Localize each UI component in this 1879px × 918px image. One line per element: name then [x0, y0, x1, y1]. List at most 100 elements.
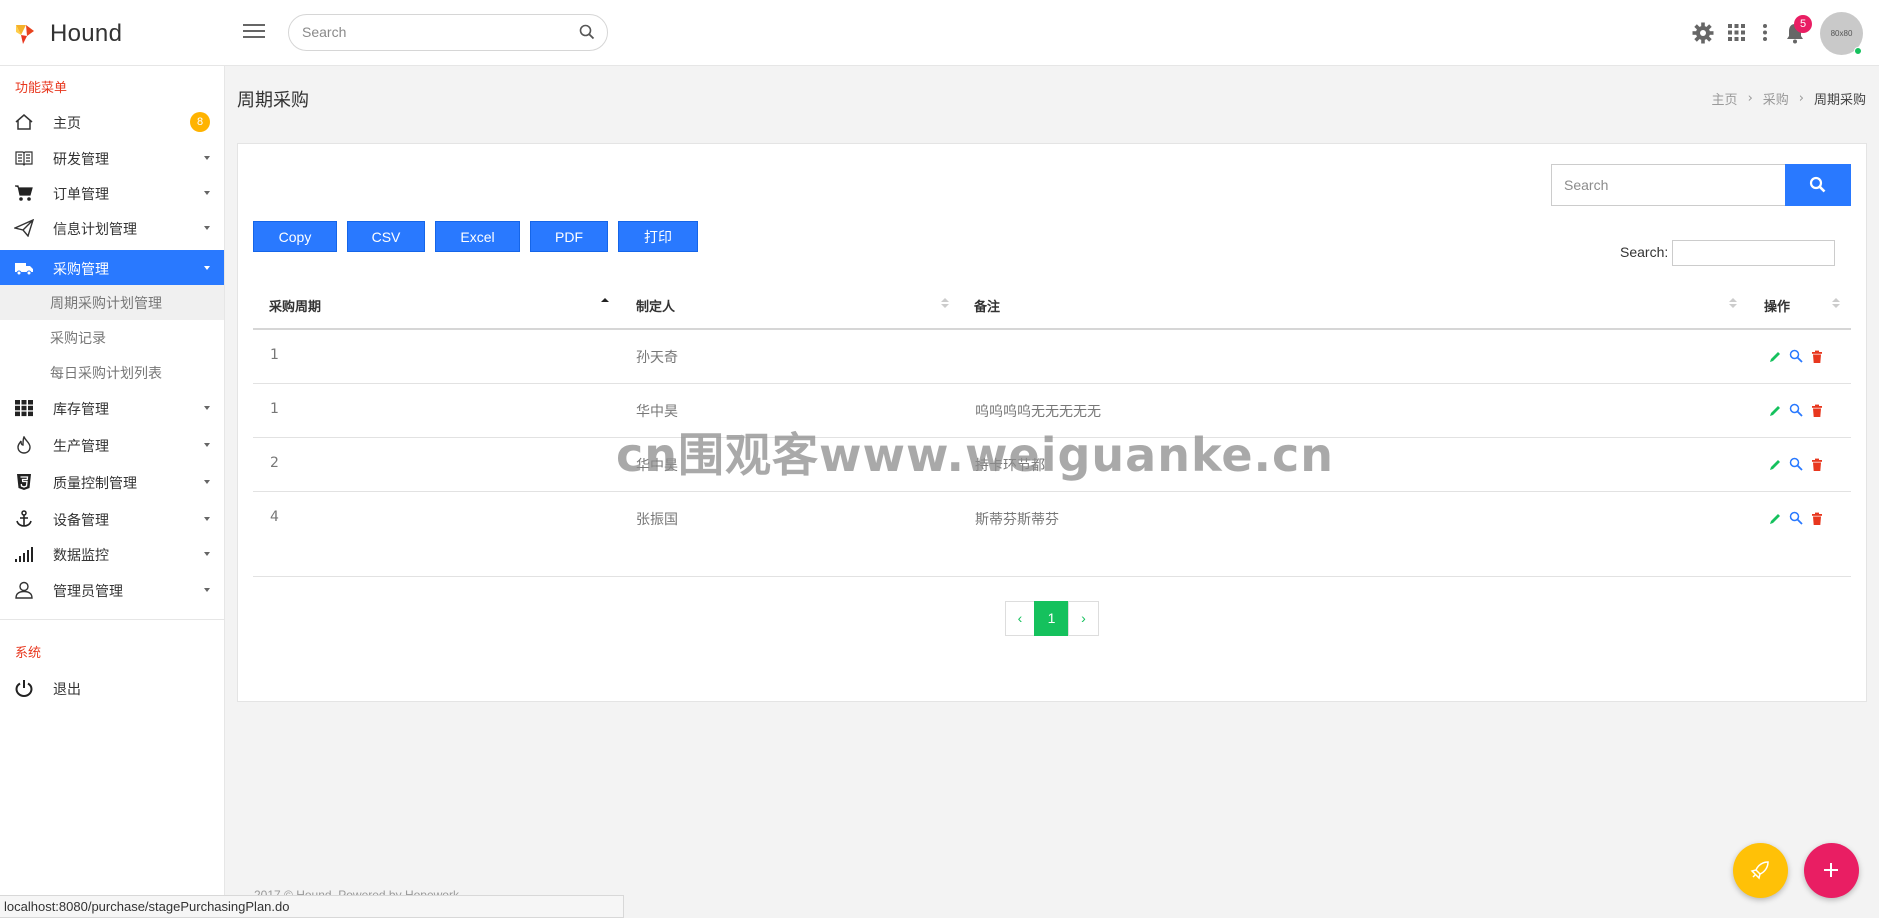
sidebar-subitem-label: 采购记录	[50, 331, 106, 347]
delete-trash-icon[interactable]	[1810, 512, 1824, 526]
add-fab-button[interactable]	[1804, 843, 1859, 898]
breadcrumb-home-link[interactable]: 主页	[1712, 89, 1738, 108]
sidebar-item-info-plan[interactable]: 信息计划管理	[0, 210, 224, 245]
table-cell-period: 2	[270, 455, 279, 471]
browser-status-bar: localhost:8080/purchase/stagePurchasingP…	[0, 895, 624, 918]
delete-trash-icon[interactable]	[1810, 350, 1824, 364]
edit-pencil-icon[interactable]	[1768, 458, 1782, 472]
online-status-dot	[1854, 47, 1862, 55]
book-icon	[15, 151, 33, 166]
truck-icon	[15, 263, 33, 276]
top-search-input[interactable]	[302, 24, 562, 40]
column-header-period[interactable]: 采购周期	[269, 296, 321, 315]
excel-button[interactable]: Excel	[435, 221, 520, 252]
column-header-actions[interactable]: 操作	[1764, 296, 1790, 315]
view-search-icon[interactable]	[1789, 457, 1803, 471]
table-cell-period: 1	[270, 401, 279, 417]
sidebar-item-label: 生产管理	[53, 439, 109, 455]
column-header-maker[interactable]: 制定人	[636, 296, 675, 315]
search-icon[interactable]	[579, 24, 595, 40]
csv-button[interactable]: CSV	[347, 221, 425, 252]
sidebar-item-equipment[interactable]: 设备管理	[0, 501, 224, 536]
card-search-box[interactable]	[1551, 164, 1787, 206]
copy-button[interactable]: Copy	[253, 221, 337, 252]
sidebar-item-orders[interactable]: 订单管理	[0, 175, 224, 210]
signal-icon	[15, 547, 33, 562]
card-search-input[interactable]	[1564, 177, 1774, 193]
app-logo[interactable]: Hound	[14, 20, 122, 48]
sidebar-item-production[interactable]: 生产管理	[0, 427, 224, 462]
chevron-down-icon	[204, 266, 210, 270]
chevron-down-icon	[204, 517, 210, 521]
chevron-down-icon	[204, 480, 210, 484]
pdf-button[interactable]: PDF	[530, 221, 608, 252]
sidebar-subitem-stage-purchase-plan[interactable]: 周期采购计划管理	[0, 285, 224, 320]
table-cell-maker: 华中昊	[636, 458, 678, 474]
table-cell-period: 1	[270, 347, 279, 363]
power-icon	[15, 680, 33, 697]
pagination-page-1[interactable]: 1	[1034, 601, 1069, 636]
sidebar-item-purchase[interactable]: 采购管理	[0, 250, 224, 285]
sidebar-item-label: 数据监控	[53, 548, 109, 564]
sidebar-item-home[interactable]: 主页 8	[0, 104, 224, 139]
delete-trash-icon[interactable]	[1810, 404, 1824, 418]
notification-count-badge: 5	[1794, 15, 1812, 33]
sidebar-item-monitoring[interactable]: 数据监控	[0, 536, 224, 571]
table-row-divider	[253, 383, 1851, 384]
sidebar-item-quality[interactable]: 质量控制管理	[0, 464, 224, 499]
print-button[interactable]: 打印	[618, 221, 698, 252]
breadcrumb-purchase-link[interactable]: 采购	[1763, 89, 1789, 108]
apps-grid-icon[interactable]	[1728, 24, 1745, 41]
breadcrumb: 主页 › 采购 › 周期采购	[1712, 89, 1866, 108]
sidebar-item-label: 库存管理	[53, 402, 109, 418]
sidebar: 功能菜单 主页 8 研发管理 订单管理 信息计划管理 采购管理 周期采购计划管理…	[0, 66, 225, 918]
sidebar-item-label: 管理员管理	[53, 584, 123, 600]
sidebar-subitem-daily-purchase-plan[interactable]: 每日采购计划列表	[0, 355, 224, 390]
chevron-down-icon	[204, 406, 210, 410]
rocket-icon	[1750, 861, 1769, 880]
sidebar-item-rd[interactable]: 研发管理	[0, 140, 224, 175]
view-search-icon[interactable]	[1789, 349, 1803, 363]
sort-icon[interactable]	[1832, 298, 1840, 310]
menu-toggle-icon[interactable]	[243, 24, 265, 42]
sidebar-item-admin[interactable]: 管理员管理	[0, 572, 224, 607]
sort-icon[interactable]	[941, 298, 949, 310]
top-search-box[interactable]	[288, 14, 608, 51]
sort-icon[interactable]	[1729, 298, 1737, 310]
sidebar-subitem-label: 每日采购计划列表	[50, 366, 162, 382]
pagination-prev-button[interactable]: ‹	[1005, 601, 1035, 636]
more-vertical-icon[interactable]	[1762, 23, 1768, 42]
sidebar-item-logout[interactable]: 退出	[0, 670, 224, 705]
delete-trash-icon[interactable]	[1810, 458, 1824, 472]
table-bottom-divider	[253, 576, 1851, 577]
edit-pencil-icon[interactable]	[1768, 404, 1782, 418]
chevron-right-icon: ›	[1798, 91, 1804, 106]
sidebar-item-inventory[interactable]: 库存管理	[0, 390, 224, 425]
table-cell-period: 4	[270, 509, 279, 525]
cart-icon	[15, 185, 33, 201]
view-search-icon[interactable]	[1789, 511, 1803, 525]
sidebar-item-label: 退出	[53, 682, 81, 698]
view-search-icon[interactable]	[1789, 403, 1803, 417]
sidebar-item-label: 质量控制管理	[53, 476, 137, 492]
sidebar-section-title-menu: 功能菜单	[15, 81, 68, 96]
edit-pencil-icon[interactable]	[1768, 350, 1782, 364]
table-cell-note: 呜呜呜呜无无无无无	[975, 404, 1101, 420]
sort-asc-icon[interactable]	[601, 298, 609, 310]
pagination-next-button[interactable]: ›	[1068, 601, 1099, 636]
sidebar-item-label: 设备管理	[53, 513, 109, 529]
card-search-button[interactable]	[1785, 164, 1851, 206]
sidebar-subitem-purchase-records[interactable]: 采购记录	[0, 320, 224, 355]
hound-logo-icon	[16, 25, 34, 44]
edit-pencil-icon[interactable]	[1768, 512, 1782, 526]
table-search-input[interactable]	[1672, 240, 1835, 266]
table-search-label: Search:	[1620, 244, 1669, 260]
settings-gear-icon[interactable]	[1692, 22, 1714, 44]
table-header-divider	[253, 328, 1851, 330]
table-row-divider	[253, 437, 1851, 438]
sidebar-section-title-system: 系统	[15, 646, 42, 661]
grid-icon	[15, 400, 33, 417]
sidebar-item-label: 研发管理	[53, 152, 109, 168]
column-header-note[interactable]: 备注	[974, 296, 1000, 315]
rocket-fab-button[interactable]	[1733, 843, 1788, 898]
